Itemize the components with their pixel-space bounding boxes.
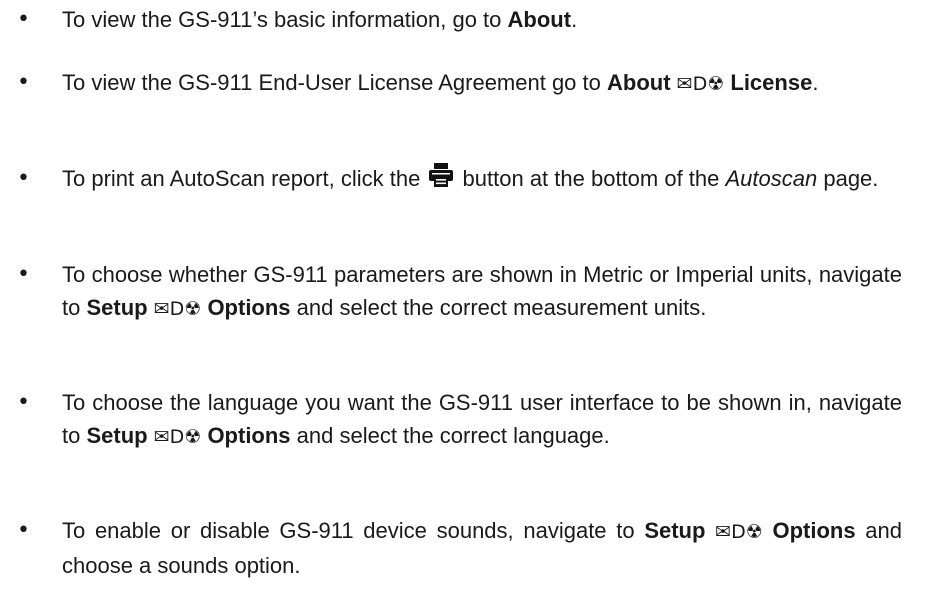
menu-path-setup: Setup bbox=[86, 295, 148, 320]
bullet: • bbox=[17, 518, 30, 543]
menu-path-about: About bbox=[607, 70, 671, 95]
list-item-text: To choose whether GS-911 parameters are … bbox=[62, 262, 902, 320]
bullet: • bbox=[17, 390, 30, 415]
list-item-text: To print an AutoScan report, click the b… bbox=[62, 162, 902, 195]
menu-path-options: Options bbox=[207, 423, 291, 448]
bullet: • bbox=[17, 166, 30, 191]
menu-arrow-symbol: ✉D☢ bbox=[153, 426, 202, 448]
menu-path-options: Options bbox=[207, 295, 291, 320]
page-name-autoscan: Autoscan bbox=[725, 166, 818, 191]
list-item-text: To choose the language you want the GS-9… bbox=[62, 390, 902, 448]
document-page: • To view the GS-911’s basic information… bbox=[0, 0, 934, 597]
bullet: • bbox=[17, 70, 30, 95]
menu-path-options: Options bbox=[772, 518, 856, 543]
list-item-text: To enable or disable GS-911 device sound… bbox=[62, 518, 902, 578]
menu-arrow-symbol: ✉D☢ bbox=[153, 298, 202, 320]
menu-arrow-symbol: ✉D☢ bbox=[715, 521, 763, 543]
menu-path-about: About bbox=[507, 7, 572, 32]
list-item-text: To view the GS-911 End-User License Agre… bbox=[62, 70, 819, 95]
menu-arrow-symbol: ✉D☢ bbox=[676, 73, 725, 95]
menu-path-setup: Setup bbox=[86, 423, 148, 448]
bullet: • bbox=[17, 7, 30, 32]
menu-path-license: License bbox=[730, 70, 813, 95]
list-item-text: To view the GS-911’s basic information, … bbox=[62, 7, 578, 32]
menu-path-setup: Setup bbox=[644, 518, 706, 543]
printer-icon bbox=[428, 162, 454, 188]
bullet: • bbox=[17, 262, 30, 287]
